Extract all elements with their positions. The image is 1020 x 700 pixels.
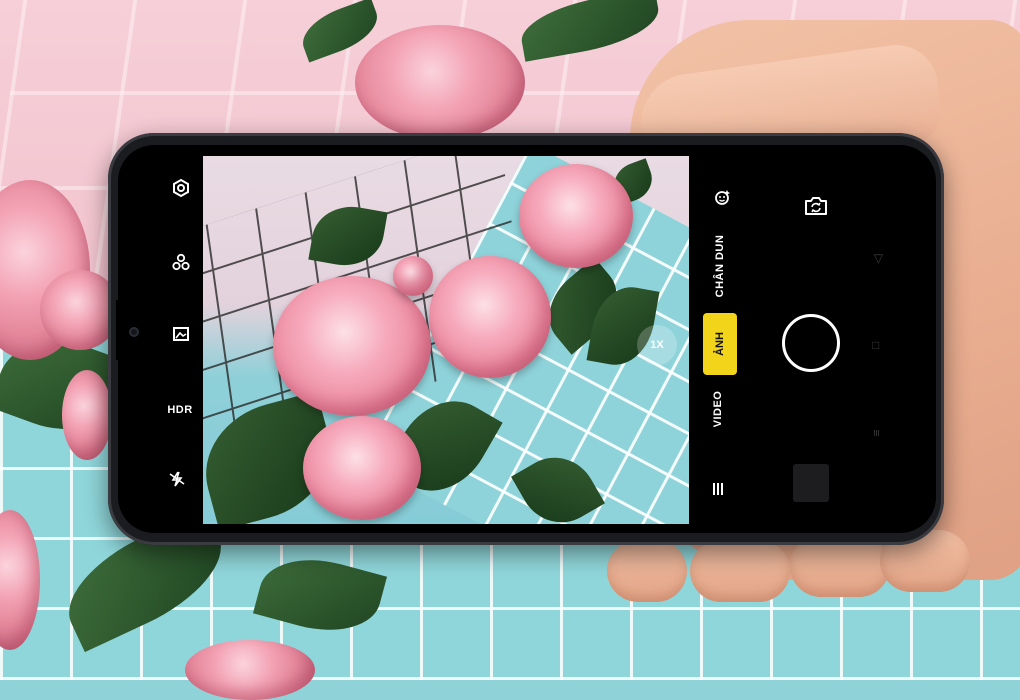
mode-video-label: VIDEO — [712, 390, 724, 428]
flash-button[interactable] — [163, 467, 191, 495]
filters-button[interactable] — [167, 250, 195, 278]
switch-camera-button[interactable] — [801, 194, 831, 222]
filters-icon — [171, 252, 191, 277]
shutter-button[interactable] — [782, 314, 840, 372]
zoom-label: 1X — [650, 339, 664, 351]
viewfinder-rose — [273, 276, 431, 416]
gallery-thumbnail[interactable] — [793, 464, 829, 502]
gear-icon — [171, 178, 191, 203]
mode-portrait[interactable]: CHÂN DUN — [714, 226, 730, 306]
nav-recents-icon[interactable]: ≡ — [870, 429, 884, 436]
mode-portrait-label: CHÂN DUN — [714, 234, 726, 298]
beauty-face-icon — [713, 187, 733, 212]
hand-finger — [690, 540, 790, 602]
hdr-label: HDR — [167, 404, 193, 416]
more-menu-button[interactable] — [707, 480, 729, 502]
mode-video[interactable]: VIDEO — [712, 384, 728, 434]
viewfinder-rose — [429, 256, 551, 378]
viewfinder-rose — [393, 256, 433, 296]
front-camera-lens — [129, 327, 139, 337]
camera-viewfinder[interactable] — [203, 156, 689, 524]
settings-button[interactable] — [167, 176, 195, 204]
nav-back-icon[interactable]: ◁ — [871, 254, 885, 263]
hdr-button[interactable]: HDR — [162, 396, 198, 424]
hand-finger — [607, 540, 687, 602]
photo-ratio-icon — [171, 324, 191, 349]
switch-camera-icon — [803, 195, 829, 222]
photo-ratio-button[interactable] — [167, 322, 195, 350]
background-rose — [355, 25, 525, 140]
background-rose — [62, 370, 112, 460]
viewfinder-rose — [303, 416, 421, 520]
beauty-mode-button[interactable] — [710, 186, 736, 212]
nav-home-icon[interactable]: □ — [872, 338, 879, 352]
zoom-button[interactable]: 1X — [637, 325, 677, 365]
background-rose — [185, 640, 315, 700]
menu-icon — [710, 481, 726, 502]
flash-off-icon — [167, 469, 187, 494]
mode-photo-label: ẢNH — [714, 332, 726, 356]
viewfinder-rose — [519, 164, 633, 268]
